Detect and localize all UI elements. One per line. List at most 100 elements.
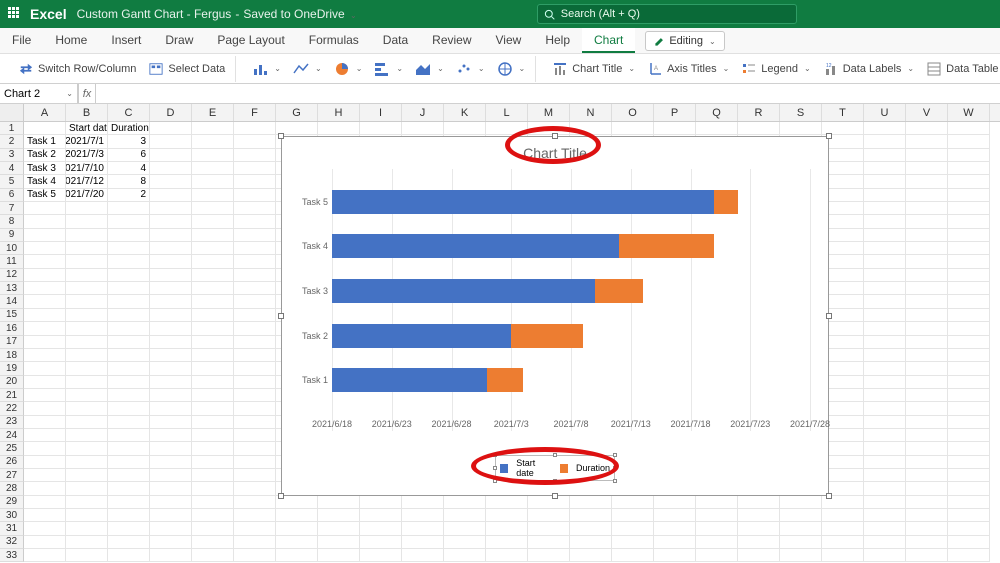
cell[interactable] bbox=[66, 309, 108, 322]
cell[interactable] bbox=[612, 549, 654, 562]
cell[interactable] bbox=[24, 336, 66, 349]
bar-segment-startdate[interactable] bbox=[332, 190, 714, 214]
cell[interactable] bbox=[66, 349, 108, 362]
chart-type-bar[interactable]: ⌄ bbox=[370, 59, 407, 79]
row-header[interactable]: 14 bbox=[0, 295, 24, 308]
cell[interactable] bbox=[864, 416, 906, 429]
menu-home[interactable]: Home bbox=[43, 28, 99, 53]
bar-segment-startdate[interactable] bbox=[332, 279, 595, 303]
cell[interactable] bbox=[192, 389, 234, 402]
cell[interactable] bbox=[612, 496, 654, 509]
cell[interactable] bbox=[150, 456, 192, 469]
chart-object[interactable]: Chart Title 2021/6/182021/6/232021/6/282… bbox=[281, 136, 829, 496]
cell[interactable] bbox=[192, 202, 234, 215]
cell[interactable] bbox=[360, 496, 402, 509]
cell[interactable]: 8 bbox=[108, 175, 150, 188]
cell[interactable] bbox=[66, 509, 108, 522]
menu-chart[interactable]: Chart bbox=[582, 28, 635, 53]
cell[interactable] bbox=[906, 416, 948, 429]
cell[interactable] bbox=[906, 162, 948, 175]
cell[interactable] bbox=[150, 215, 192, 228]
cell[interactable] bbox=[108, 269, 150, 282]
cell[interactable] bbox=[906, 215, 948, 228]
spreadsheet-grid[interactable]: ABCDEFGHIJKLMNOPQRSTUVW 1Start dateDurat… bbox=[0, 104, 1000, 563]
cell[interactable] bbox=[402, 122, 444, 135]
cell[interactable] bbox=[906, 362, 948, 375]
menu-formulas[interactable]: Formulas bbox=[297, 28, 371, 53]
cell[interactable] bbox=[192, 122, 234, 135]
cell[interactable] bbox=[234, 269, 276, 282]
cell[interactable] bbox=[108, 482, 150, 495]
cell[interactable] bbox=[864, 509, 906, 522]
cell[interactable] bbox=[906, 255, 948, 268]
cell[interactable] bbox=[66, 536, 108, 549]
cell[interactable] bbox=[822, 549, 864, 562]
row-header[interactable]: 11 bbox=[0, 255, 24, 268]
cell[interactable] bbox=[780, 509, 822, 522]
cell[interactable] bbox=[192, 482, 234, 495]
cell[interactable] bbox=[822, 522, 864, 535]
cell[interactable] bbox=[864, 349, 906, 362]
cell[interactable] bbox=[948, 229, 990, 242]
cell[interactable] bbox=[528, 122, 570, 135]
cell[interactable] bbox=[150, 522, 192, 535]
column-header[interactable]: E bbox=[192, 104, 234, 121]
cell[interactable] bbox=[864, 442, 906, 455]
cell[interactable] bbox=[108, 429, 150, 442]
cell[interactable] bbox=[234, 309, 276, 322]
cell[interactable] bbox=[444, 549, 486, 562]
cell[interactable] bbox=[864, 469, 906, 482]
cell[interactable] bbox=[150, 269, 192, 282]
cell[interactable] bbox=[66, 522, 108, 535]
column-header[interactable]: F bbox=[234, 104, 276, 121]
cell[interactable] bbox=[192, 295, 234, 308]
cell[interactable] bbox=[24, 536, 66, 549]
cell[interactable] bbox=[24, 322, 66, 335]
bar-segment-startdate[interactable] bbox=[332, 324, 511, 348]
cell[interactable] bbox=[906, 229, 948, 242]
cell[interactable] bbox=[150, 149, 192, 162]
data-table-button[interactable]: Data Table⌄ bbox=[922, 59, 1000, 79]
row-header[interactable]: 10 bbox=[0, 242, 24, 255]
cell[interactable] bbox=[24, 469, 66, 482]
cell[interactable] bbox=[108, 549, 150, 562]
cell[interactable] bbox=[66, 376, 108, 389]
cell[interactable] bbox=[24, 376, 66, 389]
cell[interactable] bbox=[864, 269, 906, 282]
cell[interactable] bbox=[66, 202, 108, 215]
cell[interactable] bbox=[66, 362, 108, 375]
name-box[interactable]: Chart 2⌄ bbox=[0, 84, 78, 103]
cell[interactable] bbox=[66, 442, 108, 455]
cell[interactable] bbox=[696, 122, 738, 135]
column-header[interactable]: H bbox=[318, 104, 360, 121]
chart-type-scatter[interactable]: ⌄ bbox=[452, 59, 489, 79]
cell[interactable] bbox=[66, 269, 108, 282]
cell[interactable] bbox=[906, 376, 948, 389]
cell[interactable] bbox=[570, 549, 612, 562]
cell[interactable] bbox=[906, 269, 948, 282]
cell[interactable] bbox=[108, 416, 150, 429]
cell[interactable] bbox=[192, 309, 234, 322]
bar-segment-startdate[interactable] bbox=[332, 368, 487, 392]
cell[interactable] bbox=[66, 389, 108, 402]
fx-icon[interactable]: fx bbox=[78, 84, 96, 103]
cell[interactable] bbox=[444, 522, 486, 535]
cell[interactable] bbox=[234, 482, 276, 495]
cell[interactable] bbox=[192, 282, 234, 295]
row-header[interactable]: 21 bbox=[0, 389, 24, 402]
cell[interactable] bbox=[192, 376, 234, 389]
cell[interactable] bbox=[66, 456, 108, 469]
row-header[interactable]: 25 bbox=[0, 442, 24, 455]
row-header[interactable]: 6 bbox=[0, 189, 24, 202]
cell[interactable]: Task 5 bbox=[24, 189, 66, 202]
cell[interactable] bbox=[150, 255, 192, 268]
cell[interactable]: Start date bbox=[66, 122, 108, 135]
cell[interactable] bbox=[234, 322, 276, 335]
cell[interactable] bbox=[948, 322, 990, 335]
cell[interactable] bbox=[486, 522, 528, 535]
cell[interactable] bbox=[906, 175, 948, 188]
cell[interactable] bbox=[780, 122, 822, 135]
cell[interactable] bbox=[864, 376, 906, 389]
cell[interactable] bbox=[150, 175, 192, 188]
cell[interactable] bbox=[192, 509, 234, 522]
